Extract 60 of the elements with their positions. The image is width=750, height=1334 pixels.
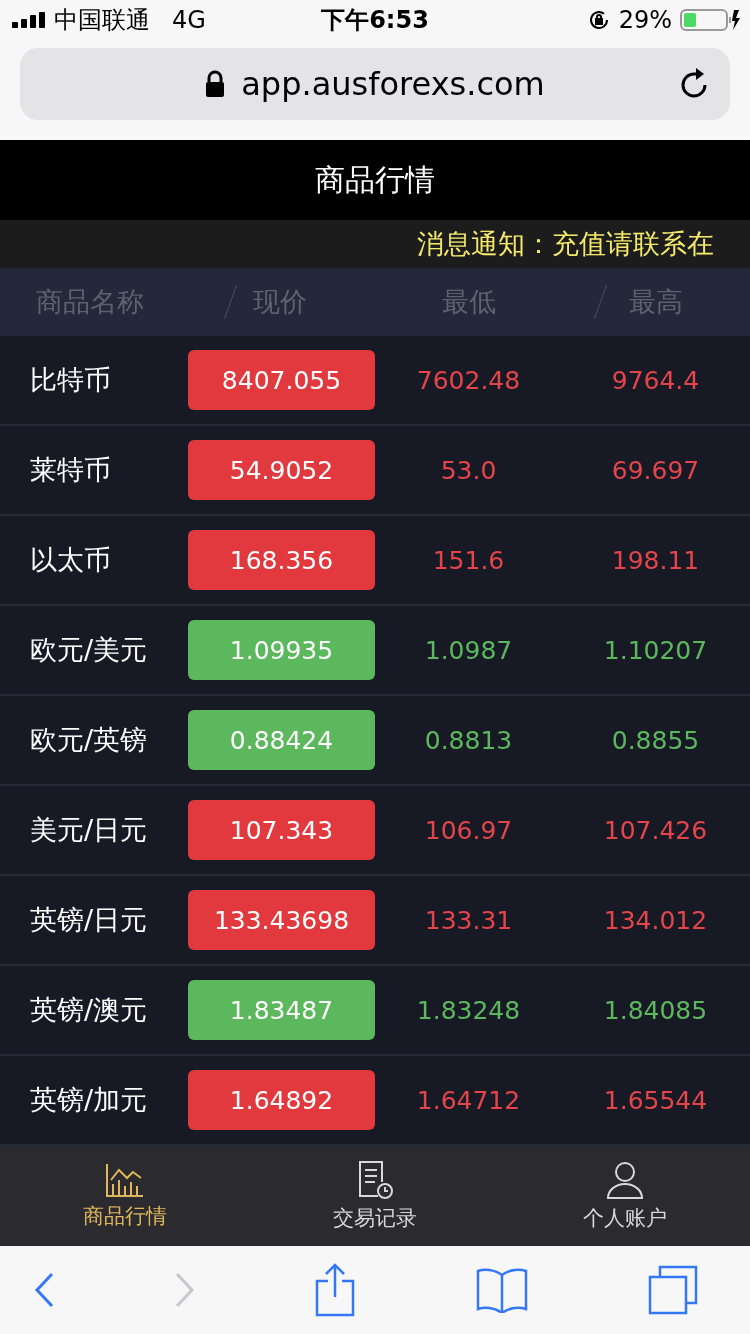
price-badge: 8407.055: [188, 350, 375, 410]
tab-item[interactable]: 交易记录: [250, 1146, 500, 1246]
lock-icon: [205, 70, 226, 98]
person-icon: [605, 1160, 645, 1200]
high-price: 9764.4: [610, 365, 701, 395]
price-badge: 168.356: [188, 530, 375, 590]
instrument-name: 欧元/美元: [29, 633, 149, 667]
bookmarks-icon[interactable]: [475, 1267, 528, 1313]
share-icon[interactable]: [315, 1263, 355, 1317]
price-badge: 0.88424: [188, 710, 375, 770]
column-header: 最高: [628, 285, 683, 319]
instrument-name: 比特币: [29, 363, 112, 397]
instrument-name: 欧元/英镑: [29, 723, 149, 757]
column-header: 最低: [441, 285, 496, 319]
high-price: 1.65544: [602, 1085, 709, 1115]
carrier-name: 中国联通: [54, 5, 150, 36]
column-header: 现价: [253, 285, 307, 319]
chart-icon: [105, 1162, 145, 1198]
low-price: 7602.48: [415, 365, 522, 395]
high-price: 134.012: [602, 905, 709, 935]
page-title: 商品行情: [315, 160, 435, 199]
high-price: 198.11: [610, 545, 701, 575]
battery-percent: 29%: [618, 6, 672, 34]
high-price: 69.697: [610, 455, 701, 485]
back-icon[interactable]: [34, 1272, 54, 1308]
instrument-name: 以太币: [29, 543, 112, 577]
price-badge: 107.343: [188, 800, 375, 860]
tab-item[interactable]: 个人账户: [500, 1146, 750, 1246]
low-price: 1.0987: [423, 635, 514, 665]
status-time: 下午6:53: [321, 5, 429, 36]
low-price: 151.6: [431, 545, 506, 575]
high-price: 1.10207: [602, 635, 709, 665]
notice-text: 消息通知：充值请联系在: [417, 227, 714, 261]
low-price: 106.97: [423, 815, 514, 845]
instrument-name: 莱特币: [29, 453, 112, 487]
low-price: 0.8813: [423, 725, 514, 755]
price-badge: 1.64892: [188, 1070, 375, 1130]
low-price: 53.0: [439, 455, 498, 485]
low-price: 1.64712: [415, 1085, 522, 1115]
battery-icon: [680, 8, 740, 32]
high-price: 107.426: [602, 815, 709, 845]
instrument-name: 英镑/澳元: [29, 993, 149, 1027]
instrument-name: 美元/日元: [29, 813, 149, 847]
price-badge: 54.9052: [188, 440, 375, 500]
price-badge: 1.09935: [188, 620, 375, 680]
column-header: 商品名称: [36, 285, 144, 319]
address-bar[interactable]: app.ausforexs.com: [20, 48, 730, 120]
high-price: 0.8855: [610, 725, 701, 755]
high-price: 1.84085: [602, 995, 709, 1025]
signal-icon: [12, 12, 46, 28]
url-text: app.ausforexs.com: [241, 65, 545, 103]
price-badge: 133.43698: [188, 890, 375, 950]
tabs-icon[interactable]: [648, 1265, 698, 1315]
tab-item[interactable]: 商品行情: [0, 1146, 250, 1246]
instrument-name: 英镑/日元: [29, 903, 149, 937]
low-price: 1.83248: [415, 995, 522, 1025]
instrument-name: 英镑/加元: [29, 1083, 149, 1117]
low-price: 133.31: [423, 905, 514, 935]
price-badge: 1.83487: [188, 980, 375, 1040]
network-type: 4G: [172, 6, 206, 34]
